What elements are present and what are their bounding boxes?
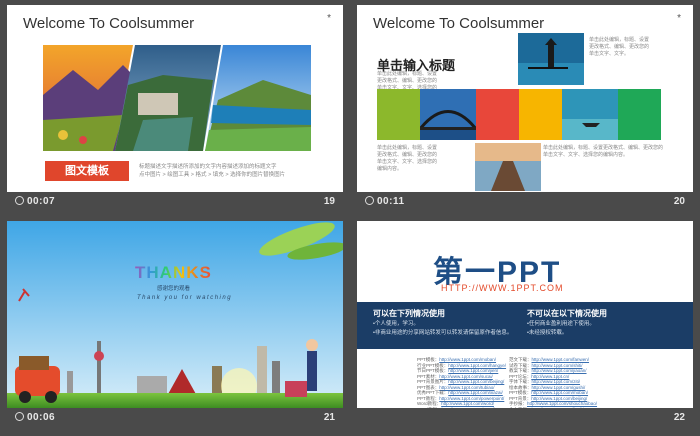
link-label: 范文下载： bbox=[509, 357, 532, 362]
resource-link[interactable]: http://www.1ppt.com/gushi/ bbox=[532, 385, 586, 390]
slide-preview: 第一PPT HTTP://WWW.1PPT.COM 可以在下列情况使用 •个人使… bbox=[357, 221, 693, 408]
resource-link[interactable]: http://www.1ppt.cn/ bbox=[531, 374, 569, 379]
resource-links-right: 范文下载：http://www.1ppt.com/fanwen/试卷下载：htt… bbox=[509, 357, 597, 408]
clock-icon bbox=[365, 196, 374, 205]
pier-photo bbox=[475, 143, 541, 191]
resource-link[interactable]: http://www.1ppt.com/powerpoint/ bbox=[439, 396, 504, 401]
slide-footer: 22 bbox=[357, 408, 693, 428]
link-label: PPT背景： bbox=[509, 395, 532, 401]
resource-link[interactable]: http://www.1ppt.com/word/ bbox=[441, 401, 494, 406]
slide-number: 20 bbox=[673, 196, 685, 207]
link-label: PPT论坛： bbox=[509, 373, 532, 379]
slide-preview: Welcome To Coolsummer * 图文模板 标题描述文字描述所添加… bbox=[7, 5, 343, 192]
color-block-red bbox=[476, 89, 519, 140]
link-label: PPT模板： bbox=[509, 390, 532, 395]
link-label: PPT模板： bbox=[417, 357, 440, 362]
forbidden-heading: 不可以在以下情况使用 bbox=[527, 309, 607, 318]
link-label: 手抄报： bbox=[509, 401, 527, 406]
resource-link[interactable]: http://www.1ppt.com/sucai/ bbox=[439, 374, 493, 379]
thanks-tagline: Thank you for watching bbox=[137, 295, 233, 301]
thanks-title: THANKS bbox=[135, 263, 212, 282]
resource-link[interactable]: http://www.1ppt.com/jiaoan/ bbox=[532, 368, 587, 373]
timing: 00:11 bbox=[365, 196, 405, 207]
resource-link[interactable]: http://www.1ppt.com/moban/ bbox=[531, 390, 588, 395]
star-marker: * bbox=[327, 13, 331, 24]
lighthouse-photo bbox=[518, 33, 584, 85]
resource-link[interactable]: http://www.1ppt.com/beijing/ bbox=[448, 379, 504, 384]
resource-link[interactable]: http://www.1ppt.com/shiti/ bbox=[532, 363, 583, 368]
slide-preview: THANKS 感谢您的观看 Thank you for watching bbox=[7, 221, 343, 408]
color-block-green bbox=[377, 89, 420, 140]
thanks-subtitle: 感谢您的观看 bbox=[157, 286, 191, 292]
link-label: PPT素材： bbox=[417, 373, 440, 379]
resource-link[interactable]: http://www.1ppt.com/ziti/ bbox=[532, 379, 581, 384]
star-marker: * bbox=[677, 13, 681, 24]
usage-terms-band: 可以在下列情况使用 •个人使用，学习。 •非商业用途的分享网站转发可以转发请保留… bbox=[357, 302, 693, 349]
resource-link[interactable]: http://www.1ppt.com/beijing/ bbox=[531, 396, 587, 401]
landscape-banner-image bbox=[43, 45, 311, 151]
timing: 00:06 bbox=[15, 412, 55, 423]
paragraph-text: 单击此处编辑，标题、设置更改格式、编辑、更改您的单击文字、文字、选择您的编辑内容… bbox=[543, 145, 664, 158]
slide-title: Welcome To Coolsummer bbox=[23, 15, 195, 32]
slide-thumbnail-20[interactable]: Welcome To Coolsummer * 单击输入标题 单击此处编辑，标题… bbox=[357, 5, 693, 207]
thanks-background-illustration bbox=[7, 221, 343, 408]
paragraph-text: 单击此处编辑，标题、设置更改格式、编辑、更改您的单击文字、文字、选择您的编辑内容… bbox=[377, 145, 438, 172]
template-button[interactable]: 图文模板 bbox=[45, 161, 129, 181]
link-label: PPT图表： bbox=[417, 384, 440, 390]
link-label: 字体下载： bbox=[509, 379, 532, 384]
link-label: 绘本故事： bbox=[509, 384, 532, 390]
link-label: Word教程： bbox=[417, 401, 442, 406]
link-label: 行业PPT模板： bbox=[417, 362, 449, 368]
resource-link[interactable]: http://www.1ppt.com/hangye/ bbox=[448, 363, 506, 368]
slide-preview: Welcome To Coolsummer * 单击输入标题 单击此处编辑，标题… bbox=[357, 5, 693, 192]
resource-links-left: PPT模板：http://www.1ppt.com/moban/行业PPT模板：… bbox=[417, 357, 506, 408]
allowed-heading: 可以在下列情况使用 bbox=[373, 309, 445, 318]
bridge-photo bbox=[420, 89, 476, 140]
slide-thumbnail-22[interactable]: 第一PPT HTTP://WWW.1PPT.COM 可以在下列情况使用 •个人使… bbox=[357, 221, 693, 423]
slide-footer: 00:06 21 bbox=[7, 408, 343, 428]
link-label: 教案下载： bbox=[509, 368, 532, 373]
link-label: 试卷下载： bbox=[509, 362, 532, 368]
slide-footer: 00:07 19 bbox=[7, 192, 343, 212]
paragraph-text: 单击此处编辑，标题、设置更改格式、编辑、更改您的单击文字、文字。 bbox=[589, 37, 650, 57]
color-block-yellow bbox=[519, 89, 562, 140]
brand-url: HTTP://WWW.1PPT.COM bbox=[441, 283, 564, 293]
slide-number: 22 bbox=[673, 412, 685, 423]
boat-photo bbox=[562, 89, 618, 140]
link-label: PPT教程： bbox=[417, 395, 440, 401]
resource-link[interactable]: http://www.1ppt.com/jieri/ bbox=[448, 368, 498, 373]
link-label: 优秀PPT下载： bbox=[417, 390, 449, 395]
clock-icon bbox=[15, 412, 24, 421]
forbidden-list: •任何商业盈利用途下使用。 •未经授权转载。 bbox=[527, 321, 595, 336]
link-label: PPT背景图片： bbox=[417, 379, 449, 384]
clock-icon bbox=[15, 196, 24, 205]
color-block-green-dark bbox=[618, 89, 661, 140]
resource-link[interactable]: http://www.1ppt.com/tubiao/ bbox=[439, 385, 494, 390]
resource-link[interactable]: http://www.1ppt.com/xiazai/ bbox=[448, 390, 503, 395]
resource-link[interactable]: http://www.1ppt.com/fanwen/ bbox=[532, 357, 590, 362]
resource-link[interactable]: http://www.1ppt.com/shouchaobao/ bbox=[527, 401, 597, 406]
slide-title: Welcome To Coolsummer bbox=[373, 15, 545, 32]
resource-link[interactable]: http://www.1ppt.com/moban/ bbox=[439, 357, 496, 362]
allowed-list: •个人使用，学习。 •非商业用途的分享网站转发可以转发请保留原作者信息。 bbox=[373, 321, 513, 336]
slide-thumbnail-19[interactable]: Welcome To Coolsummer * 图文模板 标题描述文字描述所添加… bbox=[7, 5, 343, 207]
slide-number: 21 bbox=[323, 412, 335, 423]
link-label: 节日PPT模板： bbox=[417, 368, 449, 373]
slide-number: 19 bbox=[323, 196, 335, 207]
slide-thumbnail-21[interactable]: THANKS 感谢您的观看 Thank you for watching 00:… bbox=[7, 221, 343, 423]
slide-footer: 00:11 20 bbox=[357, 192, 693, 212]
timing: 00:07 bbox=[15, 196, 55, 207]
description-text: 标题描述文字描述所添加的文字内容描述添加的标题文字 点中图片 > 绘图工具 > … bbox=[139, 164, 286, 178]
